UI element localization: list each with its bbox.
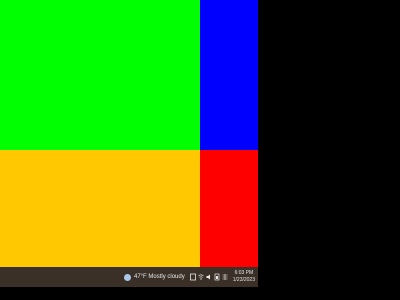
battery-icon[interactable] (214, 273, 220, 281)
volume-icon[interactable] (206, 273, 212, 281)
system-tray-icon[interactable] (189, 273, 196, 281)
weather-widget[interactable]: 47°F Mostly cloudy (123, 273, 185, 281)
system-tray: 47°F Mostly cloudy 6:03 PM 1/23/2023 (123, 267, 255, 287)
clock-time: 6:03 PM (234, 270, 254, 276)
desktop (0, 0, 258, 267)
weather-text: 47°F Mostly cloudy (133, 274, 185, 280)
clock-date: 1/23/2023 (232, 277, 255, 283)
yellow-block (0, 150, 200, 267)
green-block (0, 0, 200, 150)
screen: 47°F Mostly cloudy 6:03 PM 1/23/2023 (0, 0, 258, 287)
taskbar: 47°F Mostly cloudy 6:03 PM 1/23/2023 (0, 267, 258, 287)
clock[interactable]: 6:03 PM 1/23/2023 (233, 270, 255, 284)
blue-block (200, 0, 258, 150)
network-icon[interactable] (198, 273, 204, 281)
weather-cloud-icon (123, 273, 131, 281)
red-block (200, 150, 258, 267)
input-icon[interactable] (222, 273, 228, 281)
